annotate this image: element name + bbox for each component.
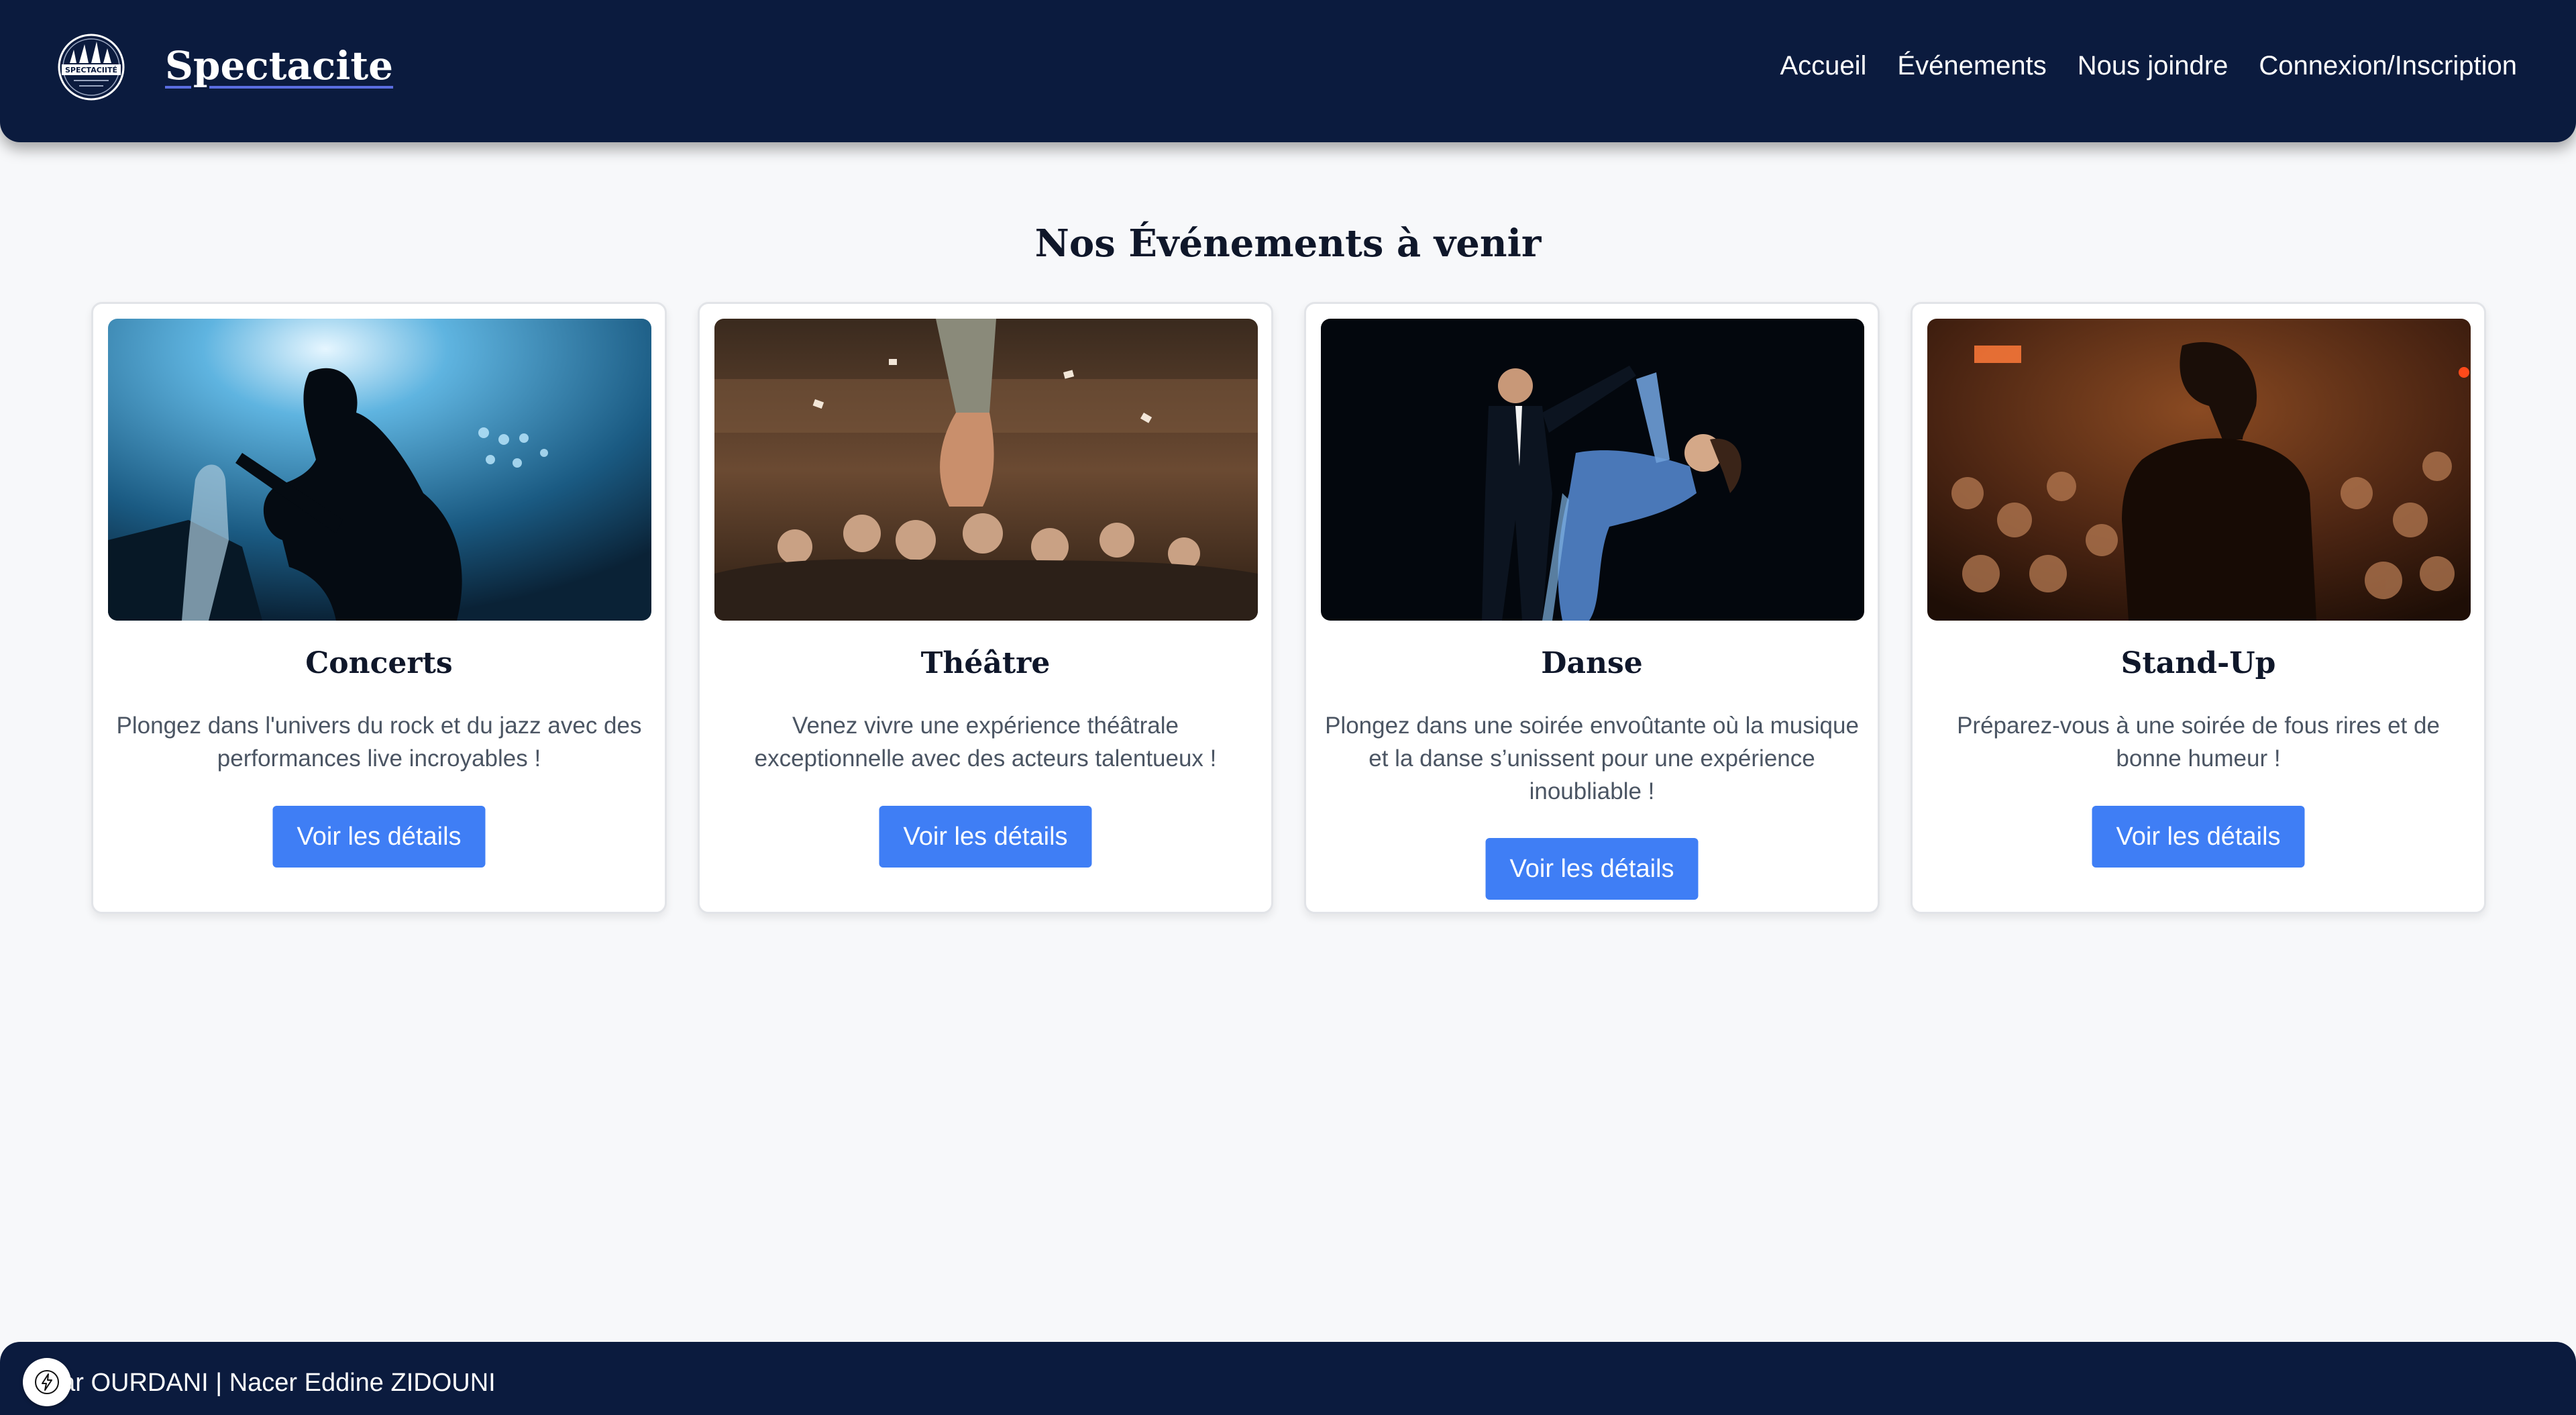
dance-photo-icon: [1321, 319, 1864, 621]
card-description: Plongez dans une soirée envoûtante où la…: [1325, 713, 1859, 804]
spectacite-logo-icon[interactable]: SPECTACIITÉ: [50, 32, 133, 102]
footer-credits: har OURDANI | Nacer Eddine ZIDOUNI: [47, 1369, 496, 1397]
event-card-concerts: Concerts Plongez dans l'univers du rock …: [91, 302, 667, 914]
card-title: Théâtre: [920, 646, 1051, 680]
card-title: Danse: [1541, 646, 1643, 680]
page-title: Nos Événements à venir: [1034, 221, 1542, 266]
nav-item-accueil[interactable]: Accueil: [1780, 51, 1866, 81]
main-nav: Accueil Événements Nous joindre Connexio…: [1780, 51, 2517, 81]
card-title: Concerts: [305, 646, 453, 680]
lightning-icon[interactable]: [23, 1358, 71, 1406]
site-header: SPECTACIITÉ Spectacite Accueil Événement…: [0, 0, 2576, 142]
svg-text:SPECTACIITÉ: SPECTACIITÉ: [65, 66, 117, 74]
event-cards: Concerts Plongez dans l'univers du rock …: [91, 302, 2486, 914]
card-title: Stand-Up: [2121, 646, 2276, 680]
nav-item-connexion[interactable]: Connexion/Inscription: [2259, 51, 2517, 81]
card-description: Venez vivre une expérience théâtrale exc…: [754, 713, 1217, 772]
details-button-concerts[interactable]: Voir les détails: [272, 806, 486, 868]
details-button-theatre[interactable]: Voir les détails: [879, 806, 1092, 868]
event-card-standup: Stand-Up Préparez-vous à une soirée de f…: [1911, 302, 2486, 914]
details-button-standup[interactable]: Voir les détails: [2092, 806, 2305, 868]
nav-item-nous-joindre[interactable]: Nous joindre: [2078, 51, 2229, 81]
card-description: Plongez dans l'univers du rock et du jaz…: [116, 713, 642, 772]
theatre-photo-icon: [714, 319, 1258, 621]
event-card-theatre: Théâtre Venez vivre une expérience théât…: [698, 302, 1273, 914]
brand-link[interactable]: Spectacite: [165, 43, 393, 89]
standup-photo-icon: [1927, 319, 2471, 621]
nav-item-evenements[interactable]: Événements: [1897, 51, 2046, 81]
details-button-danse[interactable]: Voir les détails: [1485, 838, 1699, 900]
event-card-danse: Danse Plongez dans une soirée envoûtante…: [1304, 302, 1880, 914]
concert-photo-icon: [108, 319, 651, 621]
card-description: Préparez-vous à une soirée de fous rires…: [1957, 713, 2440, 772]
